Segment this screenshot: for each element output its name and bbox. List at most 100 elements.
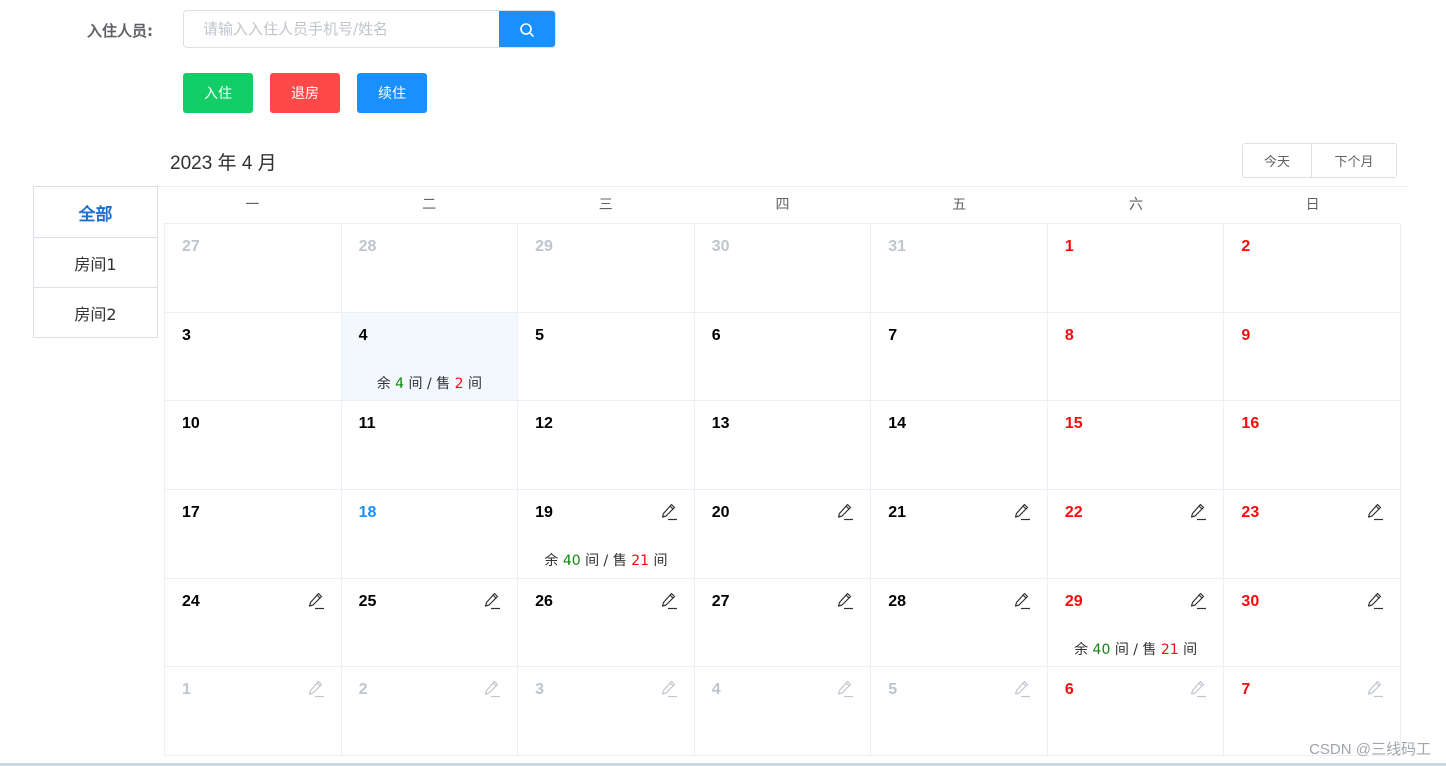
calendar-day-cell[interactable]: 27 — [694, 578, 872, 668]
calendar-day-cell[interactable]: 29 — [518, 224, 695, 313]
day-number: 28 — [888, 592, 907, 610]
calendar-day-cell[interactable]: 28 — [871, 578, 1048, 668]
weekday-label: 二 — [422, 197, 437, 213]
calendar-day-cell[interactable]: 28 — [341, 224, 519, 313]
day-number: 20 — [711, 503, 730, 521]
renew-button[interactable]: 续住 — [357, 73, 427, 113]
calendar-day-cell[interactable]: 9 — [1224, 312, 1401, 402]
day-number: 18 — [358, 503, 377, 521]
day-number: 6 — [711, 326, 721, 344]
day-number: 12 — [535, 415, 553, 433]
stats-unit2: 间 — [467, 375, 482, 392]
calendar-day-cell[interactable]: 22 — [1047, 489, 1225, 579]
calendar-day-cell[interactable]: 30 — [1224, 578, 1401, 668]
calendar-day-cell[interactable]: 2 — [1224, 224, 1401, 313]
edit-icon[interactable] — [1013, 679, 1031, 699]
weekday-label: 一 — [245, 197, 260, 213]
calendar-day-cell[interactable]: 23 — [1224, 489, 1401, 579]
edit-icon[interactable] — [1366, 679, 1384, 699]
day-number: 25 — [358, 592, 377, 610]
calendar-day-cell[interactable]: 29 余 40 间 / 售 21 间 — [1047, 578, 1225, 668]
day-number: 5 — [888, 681, 898, 699]
calendar-day-cell[interactable]: 5 — [871, 667, 1048, 756]
weekday-label: 三 — [598, 197, 613, 213]
room-item[interactable]: 全部 — [33, 186, 158, 238]
room-item[interactable]: 房间2 — [33, 287, 158, 338]
room-list: 全部 房间1 房间2 — [33, 186, 158, 338]
edit-icon[interactable] — [483, 679, 501, 699]
calendar-day-cell[interactable]: 27 — [165, 224, 342, 313]
search-input[interactable] — [184, 11, 501, 47]
calendar-day-cell[interactable]: 15 — [1047, 401, 1225, 490]
day-number: 30 — [1241, 592, 1260, 610]
day-number: 17 — [182, 503, 200, 521]
month-title: 2023 年 4 月 — [170, 153, 277, 174]
calendar-day-cell[interactable]: 4余 4 间 / 售 2 间 — [341, 312, 519, 402]
calendar-day-cell[interactable]: 25 — [341, 578, 519, 668]
calendar-day-cell[interactable]: 17 — [165, 489, 342, 579]
calendar-day-cell[interactable]: 8 — [1047, 312, 1225, 402]
edit-icon[interactable] — [1189, 679, 1207, 699]
room-stats: 余 4 间 / 售 2 间 — [342, 373, 518, 393]
calendar-day-cell[interactable]: 13 — [694, 401, 872, 490]
calendar-day-cell[interactable]: 20 — [694, 489, 872, 579]
room-stats: 余 40 间 / 售 21 间 — [518, 550, 694, 570]
header-divider — [157, 186, 1408, 187]
day-number: 26 — [535, 592, 553, 610]
day-number: 7 — [1241, 681, 1251, 699]
room-item[interactable]: 房间1 — [33, 237, 158, 288]
day-number: 5 — [535, 326, 545, 344]
stats-unit2: 间 — [1183, 641, 1198, 658]
edit-icon[interactable] — [660, 502, 678, 522]
calendar-day-cell[interactable]: 4 — [694, 667, 872, 756]
edit-icon[interactable] — [660, 591, 678, 611]
calendar-day-cell[interactable]: 30 — [694, 224, 872, 313]
search-button[interactable] — [499, 11, 555, 47]
calendar-day-cell[interactable]: 19 余 40 间 / 售 21 间 — [518, 489, 695, 579]
calendar-day-cell[interactable]: 16 — [1224, 401, 1401, 490]
calendar-day-cell[interactable]: 31 — [871, 224, 1048, 313]
calendar-day-cell[interactable]: 3 — [518, 667, 695, 756]
day-number: 23 — [1241, 503, 1260, 521]
calendar-day-cell[interactable]: 24 — [165, 578, 342, 668]
day-number: 9 — [1241, 326, 1251, 344]
day-number: 15 — [1064, 415, 1083, 433]
checkout-button[interactable]: 退房 — [270, 73, 340, 113]
calendar-day-cell[interactable]: 2 — [341, 667, 519, 756]
edit-icon[interactable] — [1013, 591, 1031, 611]
edit-icon[interactable] — [307, 591, 325, 611]
edit-icon[interactable] — [307, 679, 325, 699]
calendar-day-cell[interactable]: 21 — [871, 489, 1048, 579]
edit-icon[interactable] — [1366, 591, 1384, 611]
calendar-day-cell[interactable]: 7 — [871, 312, 1048, 402]
checkin-button[interactable]: 入住 — [183, 73, 253, 113]
edit-icon[interactable] — [1189, 502, 1207, 522]
day-number: 3 — [182, 326, 191, 344]
day-number: 30 — [711, 238, 730, 255]
edit-icon[interactable] — [836, 591, 854, 611]
edit-icon[interactable] — [660, 679, 678, 699]
calendar-day-cell[interactable]: 11 — [341, 401, 519, 490]
calendar-day-cell[interactable]: 5 — [518, 312, 695, 402]
today-button[interactable]: 今天 — [1243, 144, 1312, 177]
calendar-day-cell[interactable]: 1 — [165, 667, 342, 756]
calendar-day-cell[interactable]: 26 — [518, 578, 695, 668]
calendar-day-cell[interactable]: 6 — [694, 312, 872, 402]
edit-icon[interactable] — [483, 591, 501, 611]
edit-icon[interactable] — [836, 679, 854, 699]
next-month-button[interactable]: 下个月 — [1312, 144, 1396, 177]
calendar-day-cell[interactable]: 1 — [1047, 224, 1225, 313]
calendar-day-cell[interactable]: 18 — [341, 489, 519, 579]
edit-icon[interactable] — [1366, 502, 1384, 522]
edit-icon[interactable] — [1189, 591, 1207, 611]
stats-unit1: 间 / 售 — [1114, 641, 1157, 658]
calendar-day-cell[interactable]: 3 — [165, 312, 342, 402]
edit-icon[interactable] — [836, 502, 854, 522]
edit-icon[interactable] — [1013, 502, 1031, 522]
calendar-day-cell[interactable]: 6 — [1047, 667, 1225, 756]
calendar-day-cell[interactable]: 12 — [518, 401, 695, 490]
calendar-day-cell[interactable]: 14 — [871, 401, 1048, 490]
calendar-day-cell[interactable]: 10 — [165, 401, 342, 490]
day-number: 3 — [535, 681, 545, 699]
stats-remain: 40 — [562, 552, 581, 569]
